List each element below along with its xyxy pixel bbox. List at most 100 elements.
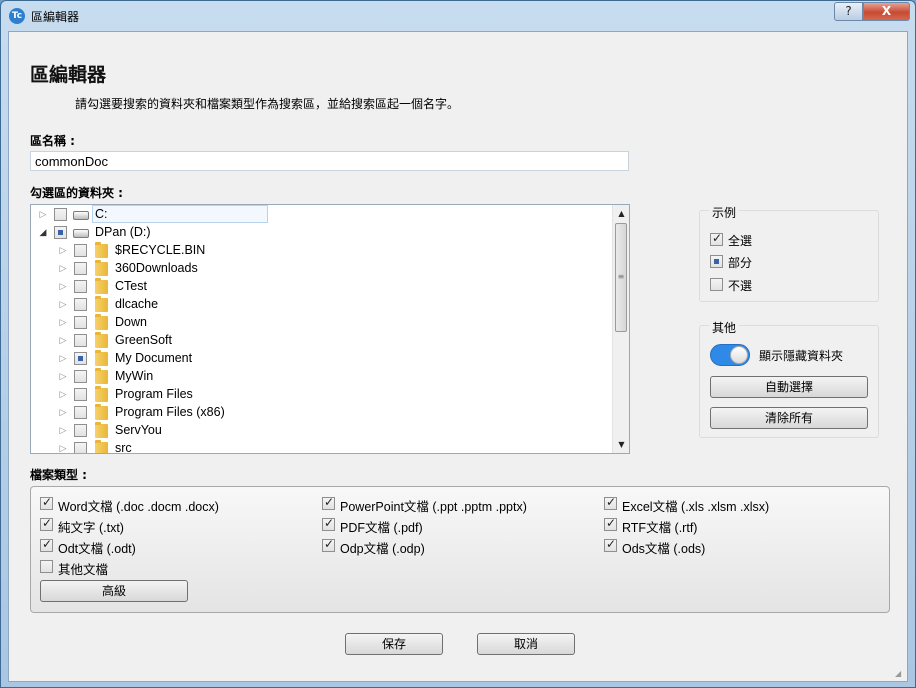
tree-checkbox[interactable] <box>74 370 87 383</box>
file-type-label: 其他文檔 <box>58 563 109 577</box>
tree-row-folder[interactable]: ▷ Down <box>31 314 613 332</box>
file-type-checkbox[interactable] <box>604 495 617 510</box>
folder-icon <box>95 404 108 420</box>
expand-arrow-icon[interactable]: ▷ <box>58 388 68 400</box>
tree-row-folder[interactable]: ▷ dlcache <box>31 296 613 314</box>
tree-checkbox[interactable] <box>74 244 87 257</box>
tree-checkbox[interactable] <box>74 406 87 419</box>
title-bar[interactable]: Tc 區編輯器 ? X <box>1 1 915 31</box>
expand-arrow-icon[interactable]: ▷ <box>58 262 68 274</box>
scroll-thumb[interactable]: ≡ <box>615 223 627 332</box>
tree-checkbox[interactable] <box>74 442 87 453</box>
other-group-title: 其他 <box>709 319 740 336</box>
tree-row-folder[interactable]: ▷ CTest <box>31 278 613 296</box>
file-type-label: PDF文檔 (.pdf) <box>340 521 423 535</box>
file-type-checkbox[interactable] <box>40 516 53 531</box>
expand-arrow-icon[interactable]: ▷ <box>58 280 68 292</box>
tree-checkbox[interactable] <box>74 280 87 293</box>
tree-row-label: dlcache <box>115 297 159 311</box>
legend-label: 不選 <box>728 279 753 293</box>
scroll-down-arrow-icon[interactable]: ▼ <box>613 436 629 453</box>
file-type-checkbox[interactable] <box>604 537 617 552</box>
tree-row-folder[interactable]: ▷ MyWin <box>31 368 613 386</box>
folder-icon <box>95 350 108 366</box>
folders-label: 勾選區的資料夾 : <box>30 186 123 200</box>
tree-row-label: $RECYCLE.BIN <box>115 243 206 257</box>
example-group <box>699 210 879 302</box>
tree-checkbox[interactable] <box>54 208 67 221</box>
tree-checkbox[interactable] <box>74 388 87 401</box>
help-button[interactable]: ? <box>834 2 863 21</box>
file-type-checkbox[interactable] <box>322 537 335 552</box>
tree-row-folder[interactable]: ▷ My Document <box>31 350 613 368</box>
scroll-up-arrow-icon[interactable]: ▲ <box>613 205 629 222</box>
tree-checkbox[interactable] <box>74 262 87 275</box>
cancel-button[interactable]: 取消 <box>477 633 575 655</box>
save-button[interactable]: 保存 <box>345 633 443 655</box>
tree-row-label: GreenSoft <box>115 333 172 347</box>
tree-row-folder[interactable]: ▷ Program Files <box>31 386 613 404</box>
tree-checkbox[interactable] <box>74 334 87 347</box>
tree-row-label: src <box>115 441 132 454</box>
expand-arrow-icon[interactable]: ▷ <box>58 442 68 453</box>
file-type-checkbox[interactable] <box>604 516 617 531</box>
file-type-checkbox[interactable] <box>40 560 53 573</box>
file-type-checkbox[interactable] <box>322 516 335 531</box>
close-button[interactable]: X <box>863 2 910 21</box>
tree-row-drive-d[interactable]: ◢ DPan (D:) <box>31 224 613 242</box>
dialog-body: 區編輯器 請勾選要搜索的資料夾和檔案類型作為搜索區，並給搜索區起一個名字。 區名… <box>8 31 908 682</box>
file-type-checkbox[interactable] <box>40 495 53 510</box>
file-type-checkbox[interactable] <box>322 495 335 510</box>
tree-checkbox[interactable] <box>74 424 87 437</box>
file-type-label: Ods文檔 (.ods) <box>622 542 706 556</box>
drive-icon <box>73 229 89 238</box>
expand-arrow-icon[interactable]: ▷ <box>58 406 68 418</box>
page-description: 請勾選要搜索的資料夾和檔案類型作為搜索區，並給搜索區起一個名字。 <box>75 97 460 111</box>
tree-row-folder[interactable]: ▷ $RECYCLE.BIN <box>31 242 613 260</box>
expand-arrow-icon[interactable]: ▷ <box>58 424 68 436</box>
expand-arrow-icon[interactable]: ▷ <box>58 316 68 328</box>
tree-row-folder[interactable]: ▷ ServYou <box>31 422 613 440</box>
tree-row-label: Program Files (x86) <box>115 405 225 419</box>
tree-row-drive-c[interactable]: ▷ C: <box>31 206 613 224</box>
file-type-label: Odp文檔 (.odp) <box>340 542 425 556</box>
resize-grip-icon[interactable]: ◢ <box>895 669 905 679</box>
tree-checkbox[interactable] <box>74 352 87 365</box>
legend-checkbox <box>710 255 723 268</box>
tree-row-label: C: <box>95 207 108 221</box>
tree-row-folder[interactable]: ▷ Program Files (x86) <box>31 404 613 422</box>
tree-scrollbar[interactable]: ▲ ≡ ▼ <box>612 205 629 453</box>
expand-arrow-icon[interactable]: ▷ <box>38 208 48 220</box>
tree-row-folder[interactable]: ▷ 360Downloads <box>31 260 613 278</box>
tree-row-folder[interactable]: ▷ GreenSoft <box>31 332 613 350</box>
folder-icon <box>95 314 108 330</box>
legend-label: 全選 <box>728 234 753 248</box>
folder-icon <box>95 332 108 348</box>
tree-row-label: CTest <box>115 279 147 293</box>
advanced-button[interactable]: 高級 <box>40 580 188 602</box>
expand-arrow-icon[interactable]: ▷ <box>58 334 68 346</box>
tree-checkbox[interactable] <box>54 226 67 239</box>
area-name-input[interactable] <box>30 151 629 171</box>
expand-arrow-icon[interactable]: ▷ <box>58 244 68 256</box>
clear-all-button[interactable]: 清除所有 <box>710 407 868 429</box>
file-type-checkbox[interactable] <box>40 537 53 552</box>
tree-row-label: 360Downloads <box>115 261 198 275</box>
collapse-arrow-icon[interactable]: ◢ <box>38 226 48 238</box>
file-type-label: PowerPoint文檔 (.ppt .pptm .pptx) <box>340 500 527 514</box>
file-type-label: Odt文檔 (.odt) <box>58 542 136 556</box>
legend-checkbox <box>710 231 723 246</box>
show-hidden-folders-toggle[interactable] <box>710 344 750 366</box>
tree-row-folder[interactable]: ▷ src <box>31 440 613 454</box>
folder-tree[interactable]: ▷ C: ◢ DPan (D:) ▷ $RECYCLE.BIN ▷ 360Dow… <box>30 204 630 454</box>
legend-label: 部分 <box>728 256 753 270</box>
file-type-label: 純文字 (.txt) <box>58 521 124 535</box>
tree-checkbox[interactable] <box>74 298 87 311</box>
expand-arrow-icon[interactable]: ▷ <box>58 370 68 382</box>
tree-row-label: Down <box>115 315 147 329</box>
expand-arrow-icon[interactable]: ▷ <box>58 298 68 310</box>
expand-arrow-icon[interactable]: ▷ <box>58 352 68 364</box>
tree-checkbox[interactable] <box>74 316 87 329</box>
auto-select-button[interactable]: 自動選擇 <box>710 376 868 398</box>
example-group-title: 示例 <box>709 204 740 221</box>
